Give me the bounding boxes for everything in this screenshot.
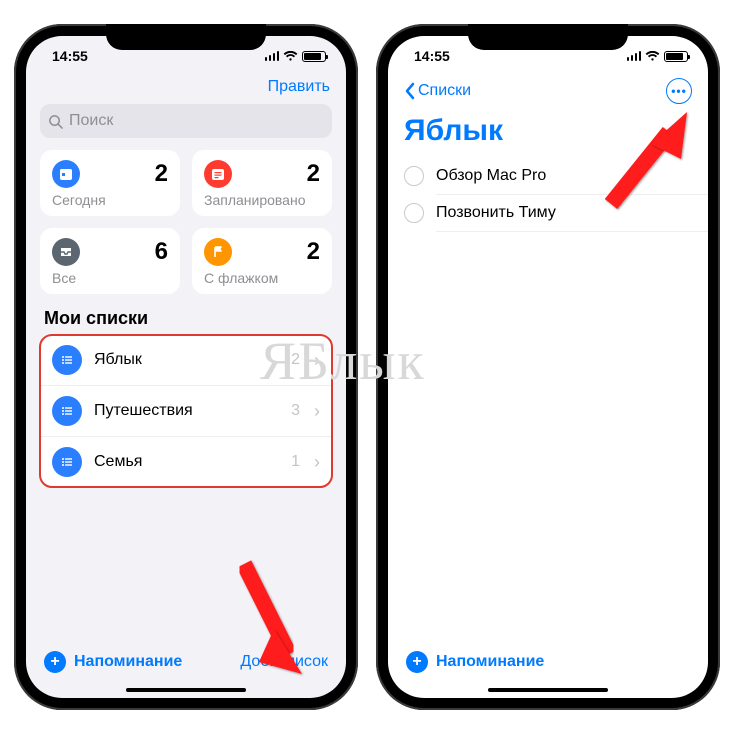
battery-icon bbox=[664, 51, 688, 62]
status-time: 14:55 bbox=[52, 48, 88, 64]
reminder-text: Позвонить Тиму bbox=[436, 204, 556, 222]
cellular-icon bbox=[265, 51, 280, 61]
annotation-arrow bbox=[224, 554, 314, 684]
annotation-arrow bbox=[591, 104, 701, 214]
list-row[interactable]: Путешествия 3 › bbox=[40, 386, 332, 437]
list-row[interactable]: Яблык 2 › bbox=[40, 335, 332, 386]
card-count: 6 bbox=[155, 238, 168, 266]
notch bbox=[106, 24, 266, 50]
battery-icon bbox=[302, 51, 326, 62]
search-placeholder: Поиск bbox=[69, 112, 113, 130]
card-label: С флажком bbox=[204, 270, 320, 286]
reminder-text: Обзор Mac Pro bbox=[436, 167, 546, 185]
phone-left: 14:55 Править Поиск bbox=[14, 24, 358, 710]
card-count: 2 bbox=[155, 160, 168, 188]
wifi-icon bbox=[283, 51, 298, 62]
wifi-icon bbox=[645, 51, 660, 62]
list-icon bbox=[52, 345, 82, 375]
phone-right: 14:55 Списки ••• Яблык Обзор bbox=[376, 24, 720, 710]
ellipsis-icon: ••• bbox=[671, 84, 687, 98]
chevron-left-icon bbox=[404, 82, 416, 100]
new-reminder-label: Напоминание bbox=[74, 653, 182, 671]
list-count: 3 bbox=[291, 402, 300, 420]
flag-icon bbox=[204, 238, 232, 266]
list-name: Путешествия bbox=[94, 402, 279, 420]
my-lists-group: Яблык 2 › Путешествия 3 › Семья 1 › bbox=[40, 335, 332, 487]
home-indicator[interactable] bbox=[126, 688, 246, 692]
list-name: Семья bbox=[94, 453, 279, 471]
home-indicator[interactable] bbox=[488, 688, 608, 692]
card-label: Сегодня bbox=[52, 192, 168, 208]
back-button[interactable]: Списки bbox=[404, 82, 471, 100]
my-lists-header: Мои списки bbox=[26, 308, 346, 335]
new-reminder-button[interactable]: + Напоминание bbox=[44, 651, 182, 673]
card-count: 2 bbox=[307, 160, 320, 188]
search-icon bbox=[48, 114, 63, 129]
plus-icon: + bbox=[44, 651, 66, 673]
inbox-icon bbox=[52, 238, 80, 266]
nav-bar: Править bbox=[26, 76, 346, 102]
list-icon bbox=[52, 396, 82, 426]
calendar-icon bbox=[52, 160, 80, 188]
list-icon bbox=[52, 447, 82, 477]
more-button[interactable]: ••• bbox=[666, 78, 692, 104]
cellular-icon bbox=[627, 51, 642, 61]
back-label: Списки bbox=[418, 82, 471, 100]
clock-icon bbox=[204, 160, 232, 188]
chevron-right-icon: › bbox=[314, 401, 320, 422]
card-flagged[interactable]: 2 С флажком bbox=[192, 228, 332, 294]
new-reminder-label: Напоминание bbox=[436, 653, 544, 671]
card-today[interactable]: 2 Сегодня bbox=[40, 150, 180, 216]
card-label: Запланировано bbox=[204, 192, 320, 208]
search-input[interactable]: Поиск bbox=[40, 104, 332, 138]
card-all[interactable]: 6 Все bbox=[40, 228, 180, 294]
divider bbox=[436, 231, 708, 232]
status-time: 14:55 bbox=[414, 48, 450, 64]
notch bbox=[468, 24, 628, 50]
edit-button[interactable]: Править bbox=[268, 78, 330, 96]
card-scheduled[interactable]: 2 Запланировано bbox=[192, 150, 332, 216]
chevron-right-icon: › bbox=[314, 350, 320, 371]
completion-circle[interactable] bbox=[404, 166, 424, 186]
new-reminder-button[interactable]: + Напоминание bbox=[406, 651, 544, 673]
card-count: 2 bbox=[307, 238, 320, 266]
plus-icon: + bbox=[406, 651, 428, 673]
list-count: 1 bbox=[291, 453, 300, 471]
list-row[interactable]: Семья 1 › bbox=[40, 437, 332, 487]
list-name: Яблык bbox=[94, 351, 279, 369]
completion-circle[interactable] bbox=[404, 203, 424, 223]
list-count: 2 bbox=[291, 351, 300, 369]
card-label: Все bbox=[52, 270, 168, 286]
chevron-right-icon: › bbox=[314, 452, 320, 473]
